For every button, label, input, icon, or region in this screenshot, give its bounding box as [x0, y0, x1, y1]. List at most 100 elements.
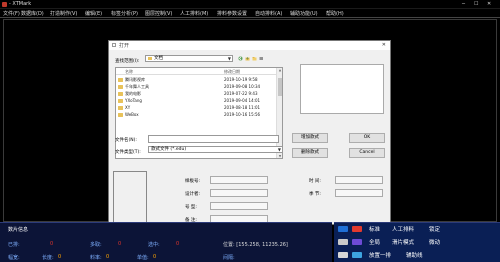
- add-style-button[interactable]: 增加款式: [292, 133, 328, 143]
- scroll-thumb[interactable]: [278, 78, 282, 96]
- global-toggle[interactable]: 全局: [369, 238, 380, 246]
- delete-style-button[interactable]: 删除款式: [292, 148, 328, 158]
- folder-icon: [148, 57, 152, 60]
- cancel-button[interactable]: Cancel: [349, 148, 385, 158]
- scroll-up-icon[interactable]: ▲: [277, 68, 282, 72]
- guide-line-button[interactable]: 辅助线: [406, 251, 423, 259]
- length-label: 长度:: [42, 255, 54, 261]
- width-label: 幅宽:: [8, 255, 20, 261]
- maximize-icon[interactable]: ☐: [474, 1, 478, 7]
- list-item[interactable]: WeBox 2019-10-16 15:56: [116, 112, 278, 118]
- blue-tool-icon[interactable]: [338, 226, 348, 232]
- distribute-icon[interactable]: [352, 252, 362, 258]
- time-label: 时 间:: [309, 179, 321, 184]
- dialog-title: 打开: [119, 43, 130, 49]
- menu-file[interactable]: 文件(F): [3, 10, 20, 17]
- menu-help[interactable]: 帮助(H): [326, 10, 344, 17]
- folder-icon: [118, 99, 123, 103]
- red-flag-icon[interactable]: [352, 226, 362, 232]
- chevron-down-icon: ▼: [227, 56, 231, 61]
- app-icon: [2, 2, 7, 7]
- nudge-toggle[interactable]: 微动: [429, 238, 440, 246]
- lock-toggle[interactable]: 锁定: [429, 225, 440, 233]
- lookin-value: 文档: [154, 56, 163, 61]
- size-label: 号 型:: [185, 205, 197, 210]
- menu-manual-marking[interactable]: 人工排料(M): [180, 10, 208, 17]
- up-folder-icon[interactable]: [245, 56, 250, 61]
- folder-icon: [118, 113, 123, 117]
- close-icon[interactable]: ✕: [487, 1, 491, 7]
- list-item[interactable]: YXoTang 2019-09-04 14:01: [116, 98, 278, 104]
- scroll-down-icon[interactable]: ▼: [277, 154, 282, 158]
- more-value: 0: [118, 241, 122, 247]
- new-folder-icon[interactable]: [252, 56, 257, 61]
- folder-icon: [118, 106, 123, 110]
- file-name: 我的电影: [125, 91, 141, 96]
- rate-label: 料率:: [90, 255, 102, 261]
- slide-mode-toggle[interactable]: 滑片模式: [392, 238, 414, 246]
- filetype-combo[interactable]: 款式文件 (*.edu) ▼: [148, 146, 283, 153]
- menu-make[interactable]: 打造制作(V): [50, 10, 77, 17]
- dialog-icon: [112, 43, 116, 47]
- file-date: 2019-10-16 15:56: [224, 112, 261, 117]
- rate-value: 0: [106, 254, 110, 260]
- file-name: 千年舞人工具: [125, 84, 149, 89]
- dialog-title-bar: 打开 ✕: [109, 41, 390, 50]
- chevron-down-icon: ▼: [277, 147, 281, 152]
- view-menu-icon[interactable]: [259, 56, 264, 61]
- placed-value: 0: [50, 241, 54, 247]
- file-list-header: 名称 修改日期: [116, 68, 282, 75]
- ok-button[interactable]: OK: [349, 133, 385, 143]
- list-item[interactable]: 腾讯影视库 2019-10-19 9:58: [116, 77, 278, 83]
- preview-pane: [300, 64, 384, 114]
- selected-value: 0: [176, 241, 180, 247]
- menu-layer[interactable]: 图层控制(V): [145, 10, 172, 17]
- file-list-scrollbar[interactable]: ▲ ▼: [276, 68, 282, 158]
- control-panel: 标准 人工排料 锁定 全局 滑片模式 微动 放置一排 辅助线: [334, 222, 500, 262]
- lookin-label: 查找范围(I):: [115, 59, 140, 64]
- season-field[interactable]: [335, 189, 383, 197]
- piece-info-title: 数片信息: [8, 227, 29, 233]
- season-label: 季 节:: [309, 192, 321, 197]
- filename-label: 文件名(N):: [115, 138, 137, 143]
- list-item[interactable]: 千年舞人工具 2019-09-08 10:34: [116, 84, 278, 90]
- menu-tag-analysis[interactable]: 标签分析(P): [111, 10, 138, 17]
- folder-icon: [118, 85, 123, 89]
- rotate-icon[interactable]: [352, 239, 362, 245]
- filename-field[interactable]: [148, 135, 279, 143]
- size-field[interactable]: [210, 202, 268, 210]
- standard-toggle[interactable]: 标准: [369, 225, 380, 233]
- file-date: 2019-10-19 9:58: [224, 77, 258, 82]
- density-value: 0: [153, 254, 157, 260]
- list-item[interactable]: 我的电影 2019-07-22 9:43: [116, 91, 278, 97]
- more-label: 多取:: [90, 242, 102, 248]
- column-date[interactable]: 修改日期: [224, 69, 240, 75]
- minimize-icon[interactable]: ─: [462, 1, 465, 7]
- dialog-close-icon[interactable]: ✕: [382, 42, 386, 48]
- style-no-field[interactable]: [210, 176, 268, 184]
- place-row-button[interactable]: 放置一排: [369, 251, 391, 259]
- manual-marking-toggle[interactable]: 人工排料: [392, 225, 414, 233]
- filetype-label: 文件类型(T):: [115, 150, 141, 155]
- menu-marking-params[interactable]: 排料参数设置: [217, 10, 247, 17]
- list-item[interactable]: XY 2019-08-18 11:01: [116, 105, 278, 111]
- back-icon[interactable]: [238, 56, 243, 61]
- menu-edit[interactable]: 编辑(E): [85, 10, 102, 17]
- file-date: 2019-09-04 14:01: [224, 98, 261, 103]
- length-value: 0: [58, 254, 62, 260]
- lookin-combo[interactable]: 文档 ▼: [145, 55, 233, 62]
- filetype-value: 款式文件 (*.edu): [151, 147, 187, 152]
- designer-label: 设计者:: [185, 192, 201, 197]
- menu-auto-marking[interactable]: 自动排料(A): [255, 10, 282, 17]
- file-name: XY: [125, 105, 131, 110]
- time-field[interactable]: [335, 176, 383, 184]
- selected-label: 选中:: [148, 242, 160, 248]
- menu-bar: 文件(F) 数据库(D) 打造制作(V) 编辑(E) 标签分析(P) 图层控制(…: [0, 9, 500, 18]
- menu-utilities[interactable]: 辅助功能(U): [290, 10, 318, 17]
- designer-field[interactable]: [210, 189, 268, 197]
- align-icon[interactable]: [338, 252, 348, 258]
- column-name[interactable]: 名称: [125, 69, 133, 75]
- file-name: WeBox: [125, 112, 139, 117]
- layer-icon[interactable]: [338, 239, 348, 245]
- menu-database[interactable]: 数据库(D): [21, 10, 44, 17]
